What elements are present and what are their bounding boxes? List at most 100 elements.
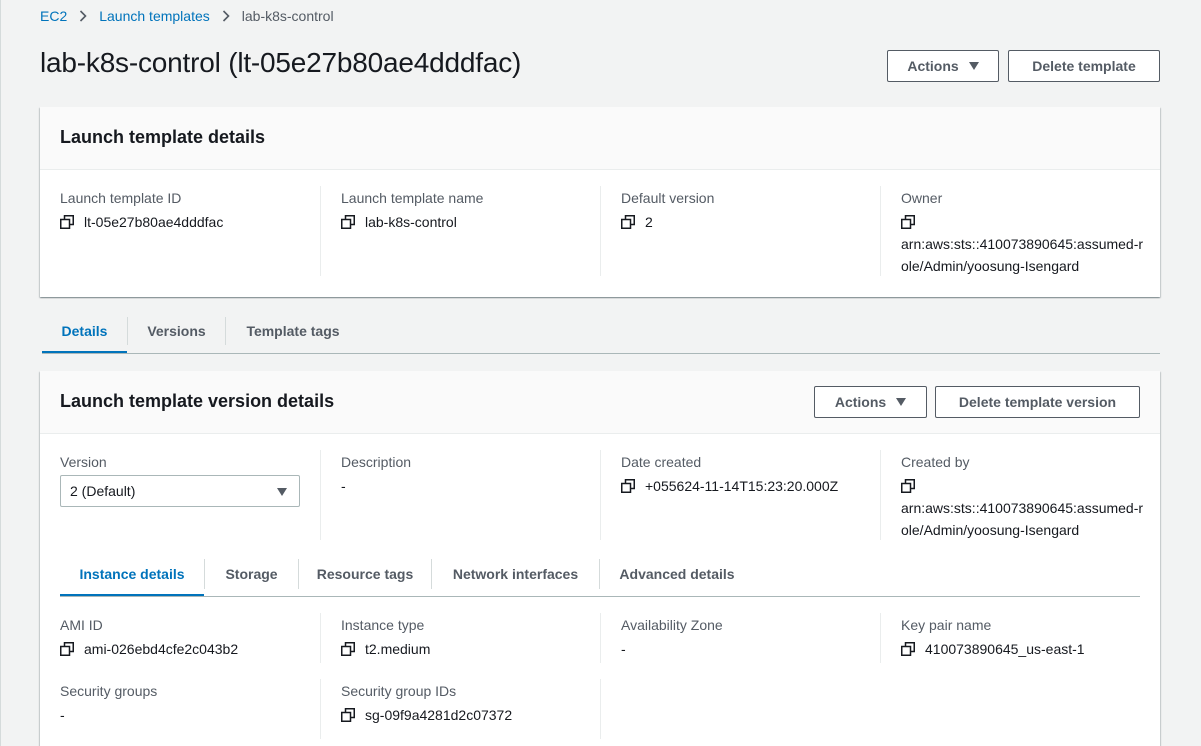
column-divider <box>600 186 601 276</box>
delete-template-version-button[interactable]: Delete template version <box>935 386 1140 418</box>
breadcrumb-current: lab-k8s-control <box>241 8 334 24</box>
tab-template-tags[interactable]: Template tags <box>226 309 360 353</box>
field-default-version: Default version 2 <box>621 188 714 233</box>
caret-down-icon <box>896 398 907 406</box>
column-divider <box>600 679 601 739</box>
tab-label: Storage <box>225 566 278 582</box>
copy-icon[interactable] <box>901 215 915 229</box>
panel-header: Launch template details <box>40 107 1160 170</box>
sub-tabs-rule <box>60 596 1140 597</box>
actions-label: Actions <box>834 394 887 410</box>
column-divider <box>880 450 881 540</box>
chevron-right-icon <box>210 6 242 26</box>
instance-type-value: t2.medium <box>365 641 431 657</box>
created-by-value: arn:aws:sts::410073890645:assumed-role/A… <box>901 500 1144 538</box>
tab-details[interactable]: Details <box>42 309 127 353</box>
date-created-value: +055624-11-14T15:23:20.000Z <box>645 478 839 494</box>
tab-advanced-details[interactable]: Advanced details <box>600 552 754 596</box>
field-description: Description - <box>341 452 411 497</box>
key-pair-value: 410073890645_us-east-1 <box>925 641 1085 657</box>
availability-zone-value: - <box>621 641 626 657</box>
field-label: Default version <box>621 190 715 206</box>
template-id-value: lt-05e27b80ae4dddfac <box>84 214 224 230</box>
field-label: Date created <box>621 454 702 470</box>
field-label: Description <box>341 454 412 470</box>
caret-down-icon <box>277 488 287 496</box>
main-tabs: Details Versions Template tags <box>42 309 360 353</box>
copy-icon[interactable] <box>621 479 635 493</box>
default-version-value: 2 <box>645 214 653 230</box>
field-created-by: Created by arn:aws:sts::410073890645:ass… <box>901 452 1146 541</box>
actions-label: Actions <box>907 58 959 74</box>
tab-resource-tags[interactable]: Resource tags <box>299 552 431 596</box>
tab-instance-details[interactable]: Instance details <box>60 552 204 596</box>
field-template-name: Launch template name lab-k8s-control <box>341 188 483 233</box>
delete-template-label: Delete template <box>1032 58 1136 74</box>
column-divider <box>600 613 601 663</box>
field-instance-type: Instance type t2.medium <box>341 615 430 660</box>
field-key-pair: Key pair name 410073890645_us-east-1 <box>901 615 1085 660</box>
tab-label: Details <box>61 323 108 339</box>
security-groups-value: - <box>60 707 65 723</box>
caret-down-icon <box>968 62 979 70</box>
tab-label: Template tags <box>246 323 340 339</box>
field-label: Availability Zone <box>621 617 723 633</box>
version-selected-value: 2 (Default) <box>70 483 136 499</box>
field-ami-id: AMI ID ami-026ebd4cfe2c043b2 <box>60 615 238 660</box>
field-template-id: Launch template ID lt-05e27b80ae4dddfac <box>60 188 223 233</box>
field-label: Instance type <box>341 617 425 633</box>
tab-label: Versions <box>147 323 206 339</box>
panel-title: Launch template version details <box>60 391 335 411</box>
field-label: Created by <box>901 454 970 470</box>
tab-storage[interactable]: Storage <box>205 552 298 596</box>
copy-icon[interactable] <box>341 642 355 656</box>
column-divider <box>600 450 601 540</box>
field-owner: Owner arn:aws:sts::410073890645:assumed-… <box>901 188 1146 277</box>
column-divider <box>320 679 321 739</box>
copy-icon[interactable] <box>621 215 635 229</box>
breadcrumb-ec2[interactable]: EC2 <box>40 8 67 24</box>
actions-dropdown-button[interactable]: Actions <box>887 50 999 82</box>
template-name-value: lab-k8s-control <box>365 214 457 230</box>
main-tabs-rule <box>42 353 1160 354</box>
column-divider <box>320 613 321 663</box>
description-value: - <box>341 478 346 494</box>
field-label: Owner <box>901 190 943 206</box>
version-actions-button[interactable]: Actions <box>814 386 927 418</box>
tab-network-interfaces[interactable]: Network interfaces <box>432 552 599 596</box>
field-security-group-ids: Security group IDs sg-09f9a4281d2c07372 <box>341 681 512 726</box>
security-group-ids-value: sg-09f9a4281d2c07372 <box>365 707 513 723</box>
copy-icon[interactable] <box>901 479 915 493</box>
copy-icon[interactable] <box>341 708 355 722</box>
column-divider <box>880 186 881 276</box>
field-security-groups: Security groups - <box>60 681 157 726</box>
tab-label: Network interfaces <box>452 566 579 582</box>
field-label: Version <box>60 454 107 470</box>
field-label: Key pair name <box>901 617 992 633</box>
page-left-border <box>0 0 1 746</box>
column-divider <box>320 450 321 540</box>
panel-title: Launch template details <box>60 127 266 147</box>
field-label: Security group IDs <box>341 683 457 699</box>
delete-version-label: Delete template version <box>958 394 1117 410</box>
column-divider <box>320 186 321 276</box>
tab-label: Resource tags <box>316 566 414 582</box>
copy-icon[interactable] <box>60 215 74 229</box>
column-divider <box>880 613 881 663</box>
field-label: Launch template name <box>341 190 484 206</box>
tab-label: Instance details <box>79 566 185 582</box>
version-select[interactable]: 2 (Default) <box>60 475 300 507</box>
tab-versions[interactable]: Versions <box>128 309 225 353</box>
copy-icon[interactable] <box>60 642 74 656</box>
page-title: lab-k8s-control (lt-05e27b80ae4dddfac) <box>40 47 522 78</box>
owner-value: arn:aws:sts::410073890645:assumed-role/A… <box>901 236 1144 274</box>
field-availability-zone: Availability Zone - <box>621 615 723 660</box>
copy-icon[interactable] <box>901 642 915 656</box>
field-label: Launch template ID <box>60 190 182 206</box>
version-details-panel: Launch template version details Actions … <box>40 371 1160 746</box>
field-label: AMI ID <box>60 617 103 633</box>
chevron-right-icon <box>67 6 99 26</box>
breadcrumb-launch-templates[interactable]: Launch templates <box>99 8 210 24</box>
delete-template-button[interactable]: Delete template <box>1008 50 1160 82</box>
copy-icon[interactable] <box>341 215 355 229</box>
